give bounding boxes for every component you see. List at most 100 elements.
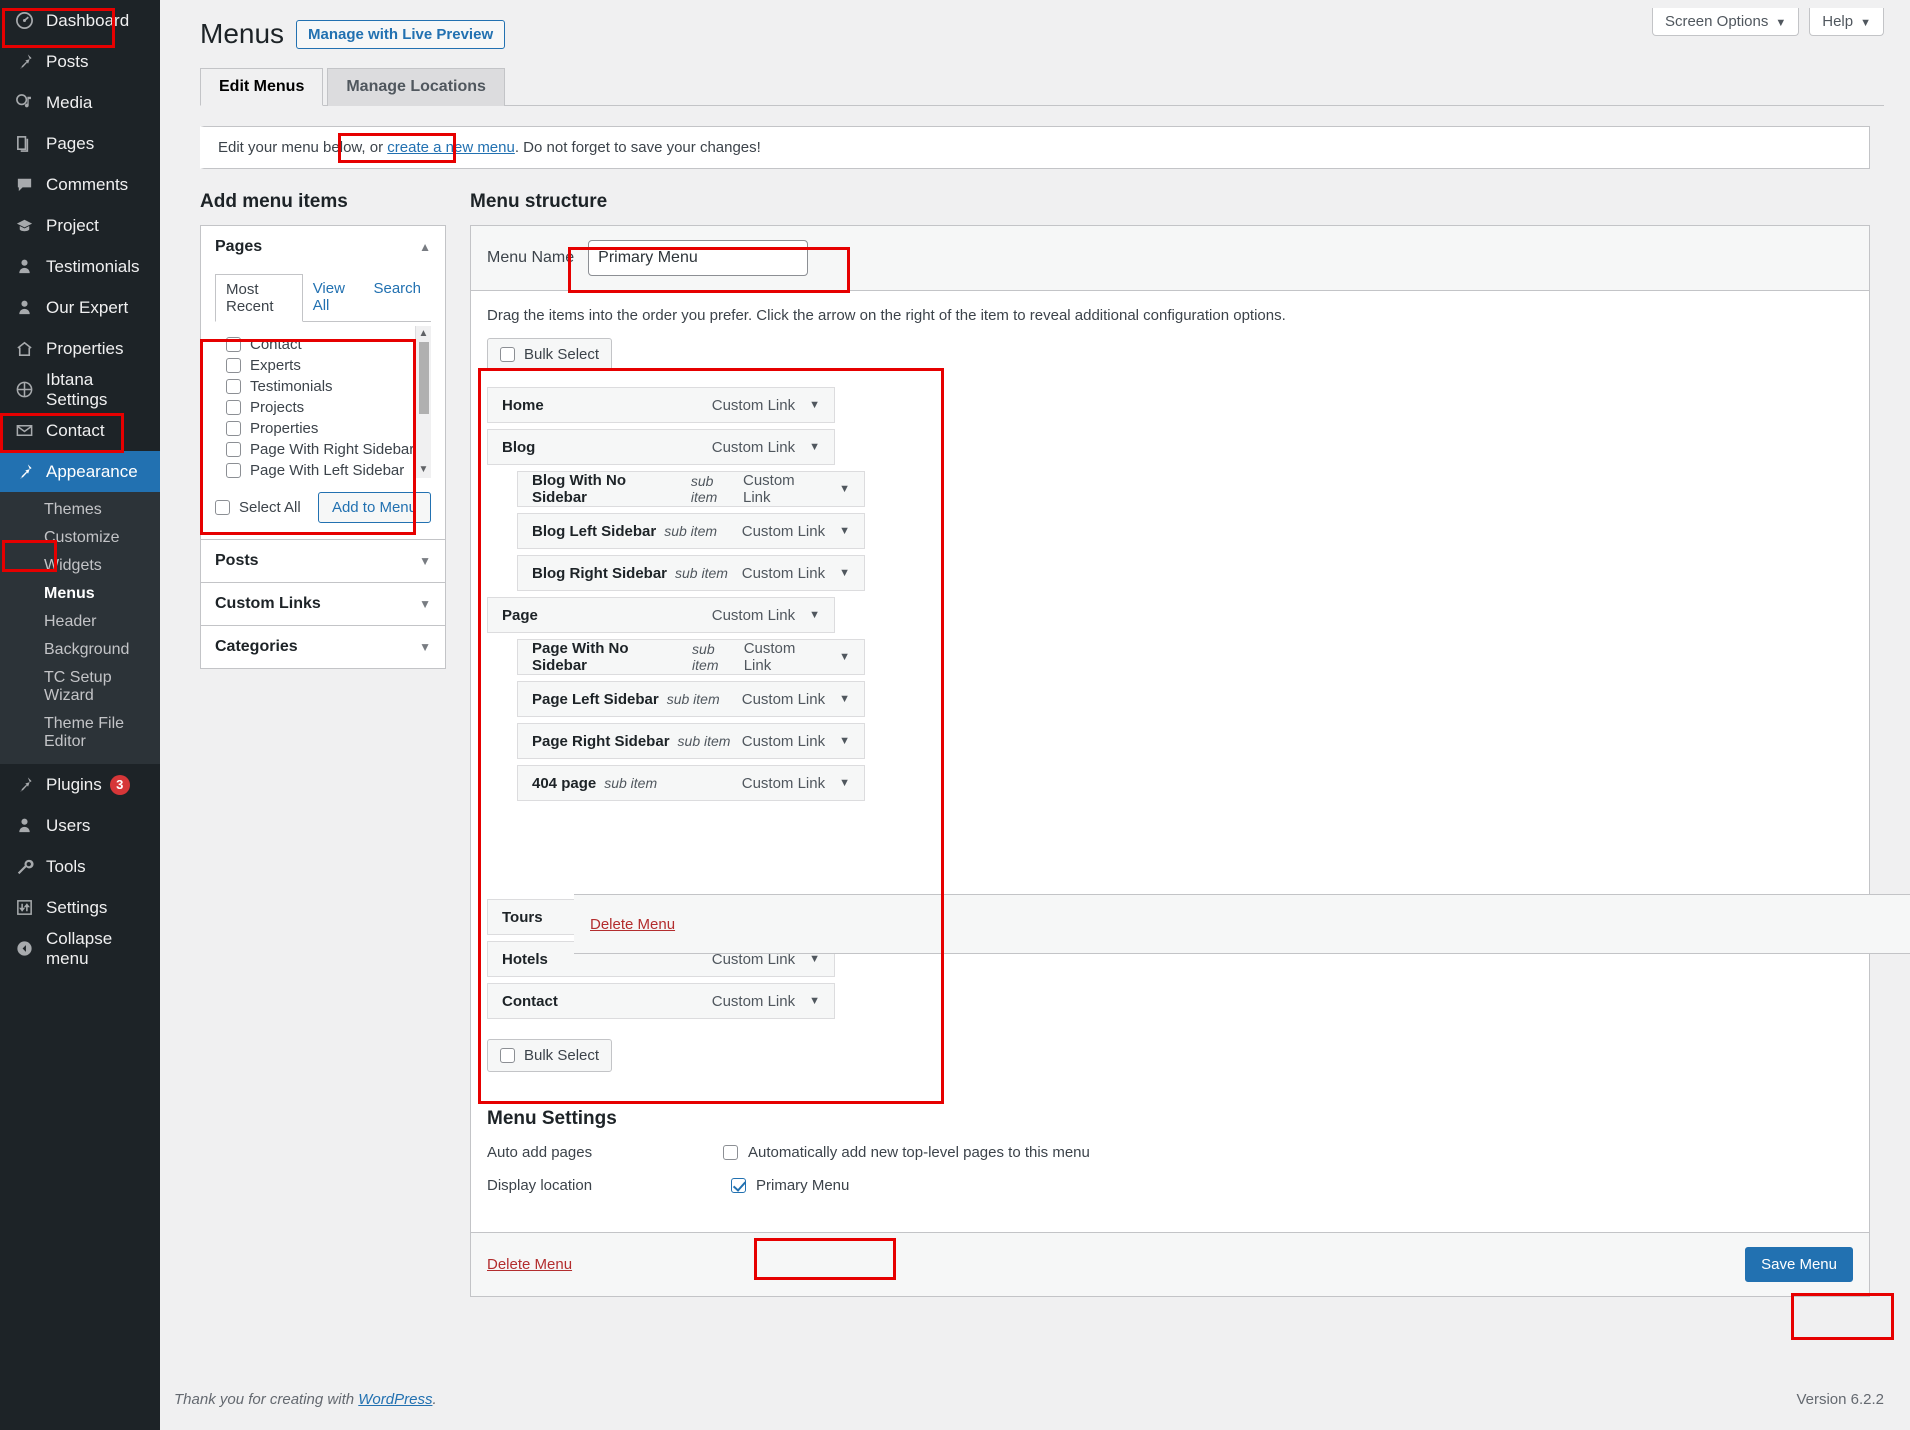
sidebar-subitem-menus[interactable]: Menus — [0, 580, 160, 608]
display-location-field[interactable]: Primary Menu — [723, 1173, 857, 1198]
media-icon — [12, 91, 36, 115]
checkbox-properties[interactable] — [226, 421, 241, 436]
sidebar-subitem-widgets[interactable]: Widgets — [0, 552, 160, 580]
checkbox-display-location-primary-menu[interactable] — [731, 1178, 746, 1193]
add-to-menu-button[interactable]: Add to Menu — [317, 492, 431, 523]
auto-add-pages-field[interactable]: Automatically add new top-level pages to… — [723, 1144, 1090, 1161]
pages-checkbox-list[interactable]: Contact Experts Testimonials Projects Pr… — [215, 326, 431, 478]
help-button[interactable]: Help ▼ — [1809, 8, 1884, 36]
sidebar-item-settings[interactable]: Settings — [0, 887, 160, 928]
chevron-down-icon[interactable]: ▼ — [839, 777, 850, 789]
menu-item-row[interactable]: Page Custom Link ▼ — [487, 597, 835, 633]
chevron-down-icon[interactable]: ▼ — [839, 735, 850, 747]
chevron-down-icon[interactable]: ▼ — [839, 483, 850, 495]
sidebar-subitem-header[interactable]: Header — [0, 608, 160, 636]
save-menu-button-bottom[interactable]: Save Menu — [1745, 1247, 1853, 1282]
add-menu-items-heading: Add menu items — [200, 191, 348, 212]
list-item[interactable]: Properties — [216, 418, 431, 439]
delete-menu-link-overlay[interactable]: Delete Menu — [590, 916, 675, 933]
checkbox-page-with-left-sidebar[interactable] — [226, 463, 241, 478]
checkbox-projects[interactable] — [226, 400, 241, 415]
menu-item-row[interactable]: Blog With No Sidebar sub item Custom Lin… — [517, 471, 865, 507]
menu-item-row[interactable]: Contact Custom Link ▼ — [487, 983, 835, 1019]
bulk-select-bottom[interactable]: Bulk Select — [487, 1039, 613, 1072]
sidebar-item-properties[interactable]: Properties — [0, 328, 160, 369]
list-item[interactable]: Projects — [216, 397, 431, 418]
tab-edit-menus[interactable]: Edit Menus — [200, 68, 324, 106]
list-item[interactable]: Experts — [216, 355, 431, 376]
sidebar-item-posts[interactable]: Posts — [0, 41, 160, 82]
sidebar-item-users[interactable]: Users — [0, 805, 160, 846]
sidebar-item-plugins[interactable]: Plugins 3 — [0, 764, 160, 805]
checkbox-experts[interactable] — [226, 358, 241, 373]
menu-name-input[interactable] — [588, 240, 809, 276]
menu-item-row[interactable]: Blog Custom Link ▼ — [487, 429, 835, 465]
select-all-control[interactable]: Select All — [215, 499, 301, 516]
menu-item-row[interactable]: Page Left Sidebar sub item Custom Link ▼ — [517, 681, 865, 717]
screen-options-button[interactable]: Screen Options ▼ — [1651, 8, 1800, 36]
list-item[interactable]: Page With Right Sidebar — [216, 439, 431, 460]
pages-tab-view-all[interactable]: View All — [303, 274, 364, 321]
menu-item-title: Blog With No Sidebar — [532, 472, 627, 506]
sidebar-item-pages[interactable]: Pages — [0, 123, 160, 164]
checkbox-bulk-select-bottom[interactable] — [500, 1048, 515, 1063]
sidebar-item-collapse-menu[interactable]: Collapse menu — [0, 928, 160, 969]
sidebar-item-appearance[interactable]: Appearance — [0, 451, 168, 492]
sidebar-item-our-expert[interactable]: Our Expert — [0, 287, 160, 328]
sidebar-item-comments[interactable]: Comments — [0, 164, 160, 205]
list-item[interactable]: Page With Left Sidebar — [216, 460, 431, 478]
checkbox-bulk-select-top[interactable] — [500, 347, 515, 362]
scrollbar-thumb[interactable] — [419, 342, 429, 414]
sidebar-item-ibtana-settings[interactable]: Ibtana Settings — [0, 369, 160, 410]
create-a-new-menu-link[interactable]: create a new menu — [387, 139, 515, 156]
sidebar-item-testimonials[interactable]: Testimonials — [0, 246, 160, 287]
chevron-down-icon[interactable]: ▼ — [839, 651, 850, 663]
bulk-select-top[interactable]: Bulk Select — [487, 338, 613, 371]
checkbox-auto-add-pages[interactable] — [723, 1145, 738, 1160]
chevron-down-icon[interactable]: ▼ — [839, 525, 850, 537]
scroll-down-icon[interactable]: ▼ — [419, 462, 429, 478]
sidebar-item-media[interactable]: Media — [0, 82, 160, 123]
sidebar-subitem-background[interactable]: Background — [0, 636, 160, 664]
list-item[interactable]: Contact — [216, 334, 431, 355]
checkbox-contact[interactable] — [226, 337, 241, 352]
tab-manage-locations[interactable]: Manage Locations — [327, 68, 505, 106]
accordion-head-posts[interactable]: Posts ▼ — [201, 540, 445, 582]
accordion-head-custom-links[interactable]: Custom Links ▼ — [201, 583, 445, 625]
checkbox-page-with-right-sidebar[interactable] — [226, 442, 241, 457]
chevron-down-icon[interactable]: ▼ — [839, 693, 850, 705]
sidebar-subitem-theme-file-editor[interactable]: Theme File Editor — [0, 710, 160, 756]
pages-tab-search[interactable]: Search — [363, 274, 431, 321]
menu-item-row[interactable]: Blog Right Sidebar sub item Custom Link … — [517, 555, 865, 591]
checkbox-select-all[interactable] — [215, 500, 230, 515]
manage-with-live-preview-button[interactable]: Manage with Live Preview — [296, 19, 506, 49]
chevron-down-icon[interactable]: ▼ — [809, 441, 820, 453]
menu-item-row[interactable]: 404 page sub item Custom Link ▼ — [517, 765, 865, 801]
chevron-down-icon[interactable]: ▼ — [839, 567, 850, 579]
sidebar-item-dashboard[interactable]: Dashboard — [0, 0, 160, 41]
scroll-up-icon[interactable]: ▲ — [419, 326, 429, 342]
chevron-down-icon[interactable]: ▼ — [809, 995, 820, 1007]
sidebar-subitem-customize[interactable]: Customize — [0, 524, 160, 552]
chevron-down-icon[interactable]: ▼ — [809, 399, 820, 411]
checkbox-testimonials[interactable] — [226, 379, 241, 394]
menu-item-row[interactable]: Page Right Sidebar sub item Custom Link … — [517, 723, 865, 759]
delete-menu-link-bottom[interactable]: Delete Menu — [487, 1256, 572, 1273]
pages-tab-most-recent[interactable]: Most Recent — [215, 274, 303, 322]
accordion-head-categories[interactable]: Categories ▼ — [201, 626, 445, 668]
accordion-title: Custom Links — [215, 595, 321, 612]
sidebar-item-tools[interactable]: Tools — [0, 846, 160, 887]
wordpress-link[interactable]: WordPress — [358, 1391, 432, 1408]
sidebar-subitem-tc-setup-wizard[interactable]: TC Setup Wizard — [0, 664, 160, 710]
chevron-down-icon[interactable]: ▼ — [809, 953, 820, 965]
pages-list-scrollbar[interactable]: ▲ ▼ — [415, 326, 431, 478]
accordion-head-pages[interactable]: Pages ▲ — [201, 226, 445, 268]
menu-item-row[interactable]: Page With No Sidebar sub item Custom Lin… — [517, 639, 865, 675]
sidebar-item-contact[interactable]: Contact — [0, 410, 160, 451]
sidebar-subitem-themes[interactable]: Themes — [0, 496, 160, 524]
chevron-down-icon[interactable]: ▼ — [809, 609, 820, 621]
list-item[interactable]: Testimonials — [216, 376, 431, 397]
sidebar-item-project[interactable]: Project — [0, 205, 160, 246]
menu-item-row[interactable]: Home Custom Link ▼ — [487, 387, 835, 423]
menu-item-row[interactable]: Blog Left Sidebar sub item Custom Link ▼ — [517, 513, 865, 549]
